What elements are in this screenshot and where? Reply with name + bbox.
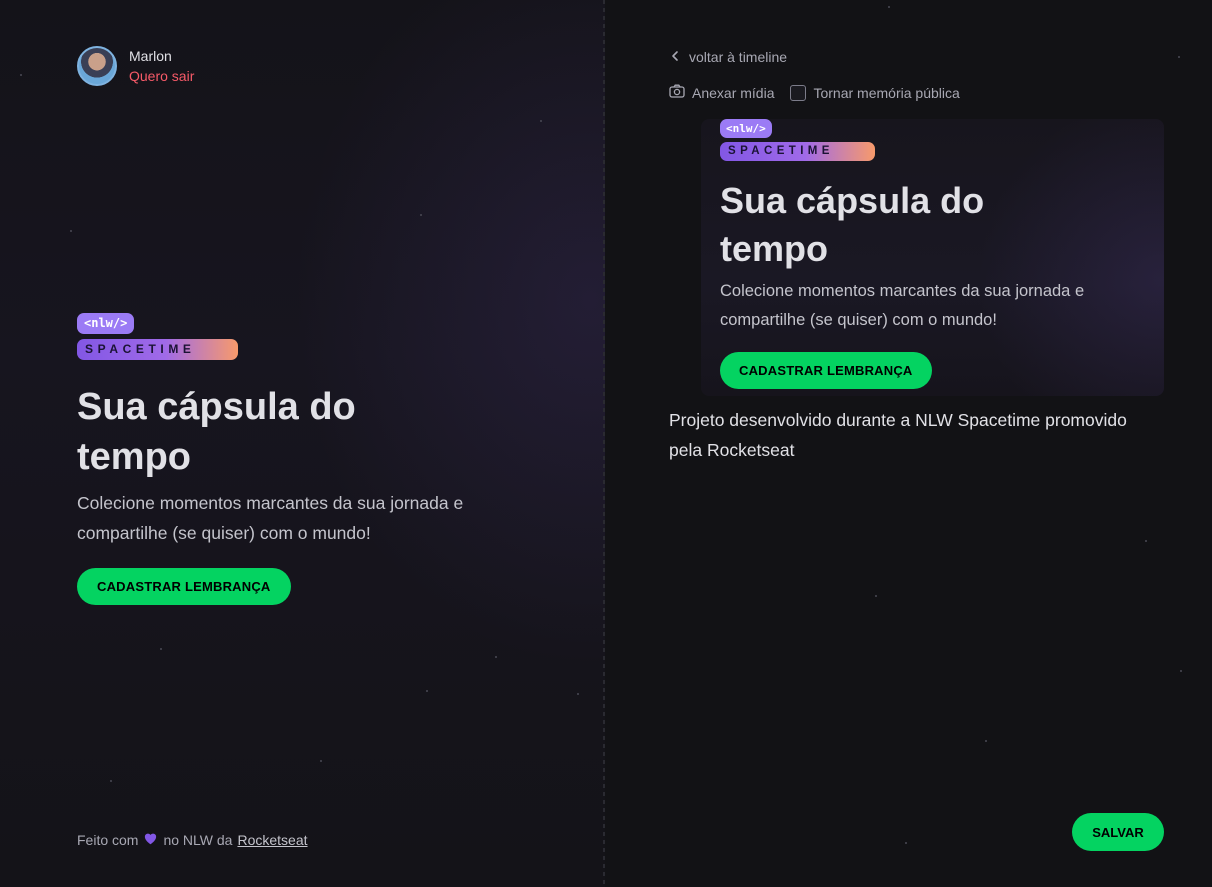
left-panel: Marlon Quero sair <nlw/> SPACETIME Sua c… xyxy=(0,0,605,887)
profile-text: Marlon Quero sair xyxy=(129,48,194,84)
hero: <nlw/> SPACETIME Sua cápsula do tempo Co… xyxy=(77,313,497,605)
camera-icon xyxy=(669,84,685,101)
attach-media-label: Anexar mídia xyxy=(692,84,775,101)
heart-icon xyxy=(143,831,158,849)
editor-toolbar: Anexar mídia Tornar memória pública xyxy=(669,84,960,101)
preview-register-button: CADASTRAR LEMBRANÇA xyxy=(720,352,932,389)
hero-title: Sua cápsula do tempo xyxy=(77,386,356,478)
avatar xyxy=(77,46,117,86)
back-label: voltar à timeline xyxy=(689,49,788,65)
profile-name: Marlon xyxy=(129,48,172,64)
preview-spacetime-logo: SPACETIME xyxy=(720,142,875,161)
rocketseat-link[interactable]: Rocketseat xyxy=(237,832,307,848)
right-panel: voltar à timeline Anexar mídia Tornar me… xyxy=(605,0,1212,887)
footer-prefix: Feito com xyxy=(77,832,139,848)
public-memory-label: Tornar memória pública xyxy=(813,84,960,101)
preview-hero-title: Sua cápsula do tempo xyxy=(720,180,985,269)
preview-nlw-logo-tag: <nlw/> xyxy=(720,119,772,138)
nlw-logo-tag: <nlw/> xyxy=(77,313,135,334)
chevron-left-icon xyxy=(669,49,681,65)
memory-content-textarea[interactable]: Projeto desenvolvido durante a NLW Space… xyxy=(669,405,1159,465)
public-memory-checkbox[interactable] xyxy=(790,84,807,101)
media-preview: <nlw/> SPACETIME Sua cápsula do tempo Co… xyxy=(701,119,1164,396)
attach-media-button[interactable]: Anexar mídia xyxy=(669,84,774,101)
save-button[interactable]: SALVAR xyxy=(1072,813,1164,851)
logout-link[interactable]: Quero sair xyxy=(129,68,194,84)
preview-hero-description: Colecione momentos marcantes da sua jorn… xyxy=(720,282,1085,329)
footer-middle: no NLW da xyxy=(163,832,233,848)
public-memory-toggle[interactable]: Tornar memória pública xyxy=(790,84,960,101)
hero-description: Colecione momentos marcantes da sua jorn… xyxy=(77,493,464,543)
back-to-timeline-link[interactable]: voltar à timeline xyxy=(669,49,787,65)
footer: Feito com no NLW da Rocketseat xyxy=(77,831,308,849)
preview-hero: <nlw/> SPACETIME Sua cápsula do tempo Co… xyxy=(720,119,1140,389)
profile: Marlon Quero sair xyxy=(77,46,194,86)
register-memory-button[interactable]: CADASTRAR LEMBRANÇA xyxy=(77,568,291,605)
spacetime-logo: SPACETIME xyxy=(77,339,238,360)
